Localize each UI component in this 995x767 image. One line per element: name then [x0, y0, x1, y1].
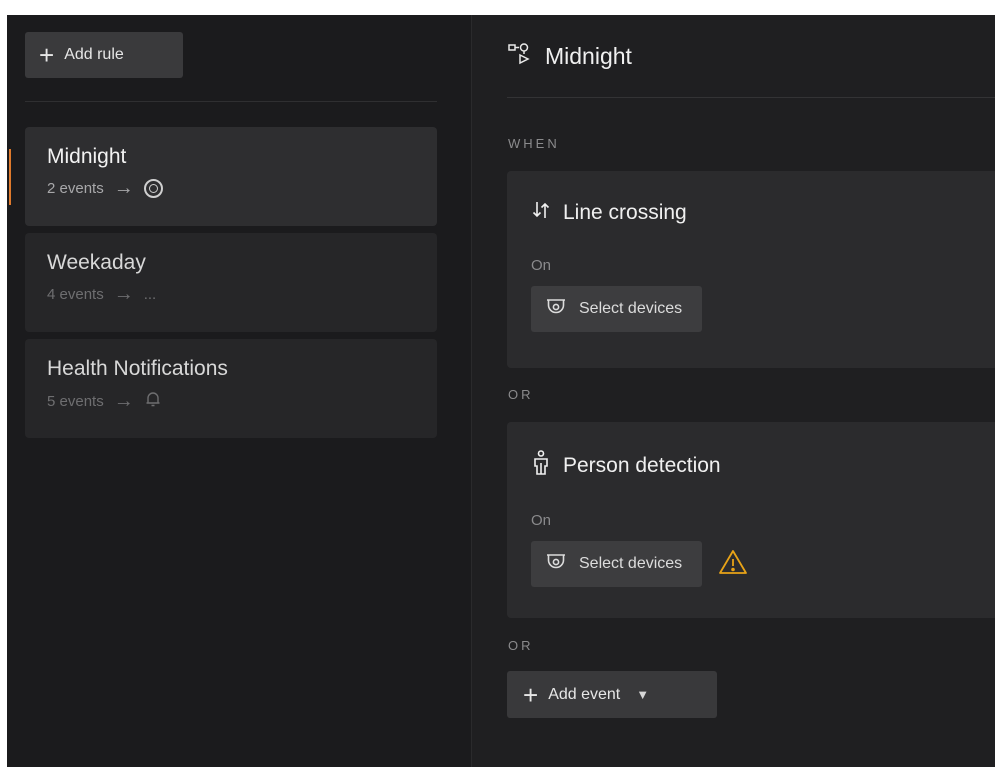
- event-status: On: [531, 257, 552, 274]
- rule-editor: Midnight WHEN Line crossing On Select de…: [472, 15, 995, 767]
- rule-header: Midnight: [507, 15, 995, 98]
- plus-icon: +: [39, 40, 55, 70]
- rules-app: + Add rule Midnight 2 events → Weekaday …: [7, 15, 995, 767]
- or-label: OR: [508, 638, 534, 653]
- add-rule-button[interactable]: + Add rule: [25, 32, 183, 78]
- record-ring-icon: [143, 178, 163, 198]
- rule-event-count: 4 events: [47, 285, 104, 303]
- rule-action-ellipsis: ...: [143, 285, 157, 303]
- rule-flow-icon: [507, 41, 533, 72]
- add-event-label: Add event: [548, 685, 621, 703]
- event-status: On: [531, 512, 552, 529]
- rule-title: Health Notifications: [47, 357, 228, 380]
- rule-meta: 5 events →: [47, 390, 415, 412]
- event-title: Line crossing: [531, 199, 978, 227]
- device-row: Select devices: [531, 286, 978, 332]
- rule-event-count: 5 events: [47, 392, 104, 410]
- warning-icon[interactable]: [718, 548, 748, 581]
- rule-meta: 2 events →: [47, 178, 415, 198]
- add-event-button[interactable]: + Add event ▼: [507, 671, 717, 718]
- bell-icon: [144, 390, 162, 412]
- rule-title: Midnight: [47, 145, 127, 168]
- select-devices-label: Select devices: [579, 300, 683, 317]
- arrow-right-icon: →: [113, 390, 134, 412]
- arrow-right-icon: →: [113, 177, 134, 199]
- rule-title: Weekaday: [47, 251, 146, 274]
- rule-item-weekaday[interactable]: Weekaday 4 events → ...: [25, 233, 437, 332]
- or-label: OR: [508, 387, 534, 402]
- rule-list: Midnight 2 events → Weekaday 4 events → …: [9, 127, 437, 445]
- divider: [25, 101, 437, 102]
- camera-icon: [545, 552, 567, 577]
- select-devices-label: Select devices: [579, 555, 683, 572]
- page-title: Midnight: [545, 42, 632, 69]
- line-crossing-icon: [531, 199, 551, 227]
- event-name: Person detection: [563, 454, 721, 477]
- rule-item-health-notifications[interactable]: Health Notifications 5 events →: [25, 339, 437, 438]
- camera-icon: [545, 297, 567, 322]
- when-label: WHEN: [508, 136, 560, 151]
- sidebar: + Add rule Midnight 2 events → Weekaday …: [7, 15, 472, 767]
- event-title: Person detection: [531, 450, 978, 482]
- person-icon: [531, 450, 551, 482]
- chevron-down-icon: ▼: [636, 687, 650, 702]
- select-devices-button[interactable]: Select devices: [531, 541, 703, 587]
- rule-event-count: 2 events: [47, 179, 104, 197]
- device-row: Select devices: [531, 541, 978, 587]
- plus-icon: +: [523, 679, 539, 710]
- event-card-line-crossing: Line crossing On Select devices: [507, 171, 995, 368]
- rule-meta: 4 events → ...: [47, 284, 415, 304]
- select-devices-button[interactable]: Select devices: [531, 286, 703, 332]
- rule-item-midnight[interactable]: Midnight 2 events →: [9, 127, 437, 226]
- event-name: Line crossing: [563, 201, 687, 224]
- add-rule-label: Add rule: [64, 46, 124, 63]
- arrow-right-icon: →: [113, 283, 134, 305]
- event-card-person-detection: Person detection On Select devices: [507, 422, 995, 618]
